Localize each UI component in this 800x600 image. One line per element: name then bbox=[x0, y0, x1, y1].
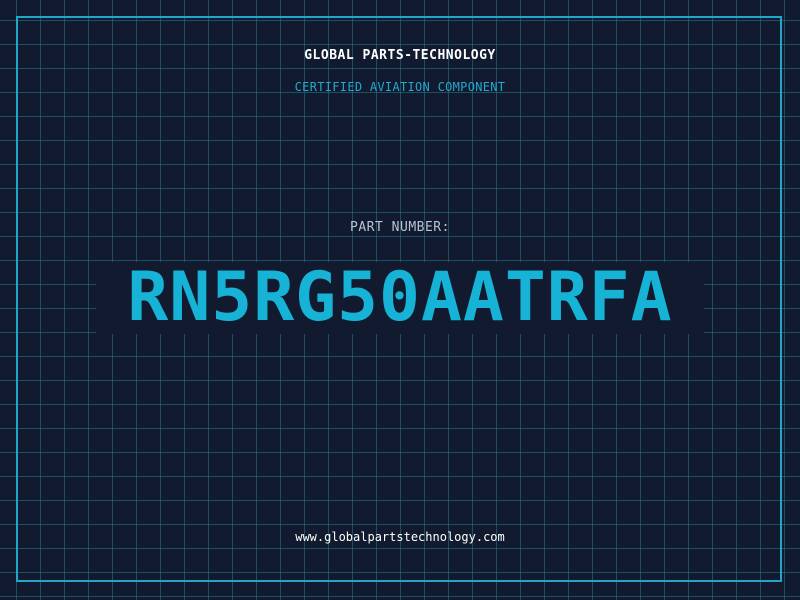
tagline: CERTIFIED AVIATION COMPONENT bbox=[294, 80, 506, 94]
website-url: www.globalpartstechnology.com bbox=[295, 530, 505, 544]
company-name: GLOBAL PARTS-TECHNOLOGY bbox=[304, 48, 496, 63]
part-number-value: RN5RG50AATRFA bbox=[127, 258, 673, 337]
part-number-label: PART NUMBER: bbox=[350, 220, 450, 235]
